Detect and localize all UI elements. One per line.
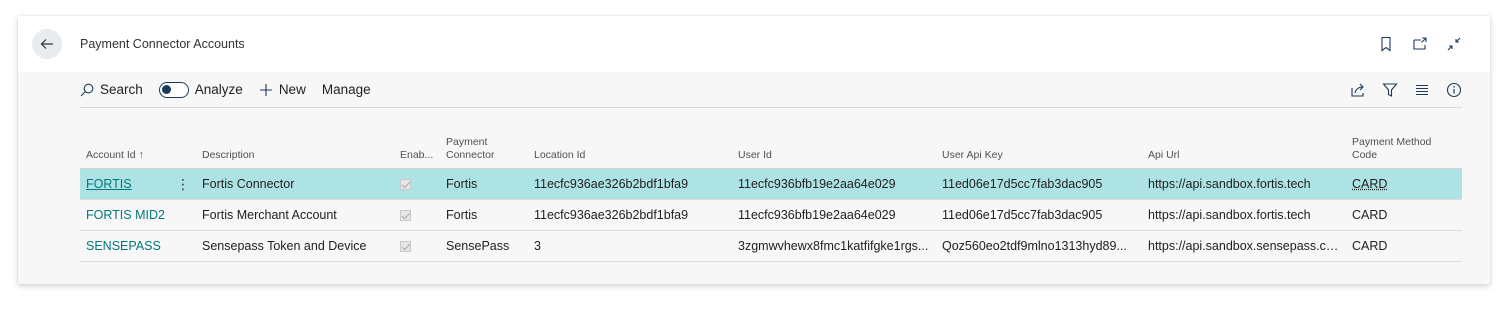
enabled-checkbox (400, 209, 411, 221)
search-button[interactable]: Search (80, 82, 143, 97)
payment-method-code-cell: CARD (1346, 199, 1462, 231)
column-header-location-id[interactable]: Location Id (528, 116, 732, 169)
bookmark-icon (1381, 36, 1391, 52)
description-cell: Fortis Merchant Account (196, 199, 394, 231)
column-header-description[interactable]: Description (196, 116, 394, 169)
user-api-key-cell: Qoz560eo2tdf9mlno1313hyd89... (936, 230, 1142, 262)
table-row[interactable]: SENSEPASS Sensepass Token and Device Sen… (80, 230, 1462, 262)
list-view-button[interactable] (1414, 82, 1430, 98)
open-in-new-window-icon (1413, 37, 1427, 50)
share-icon (1351, 83, 1364, 97)
account-id-cell[interactable]: SENSEPASS (80, 230, 196, 262)
manage-label: Manage (321, 82, 371, 97)
payment-connector-cell: Fortis (440, 168, 528, 200)
open-new-window-button[interactable] (1412, 36, 1428, 52)
account-id-link[interactable]: FORTIS MID2 (86, 208, 165, 222)
payment-method-code-cell: CARD (1346, 230, 1462, 262)
account-id-cell[interactable]: FORTIS ⋮ (80, 168, 196, 200)
payment-method-code-cell[interactable]: CARD (1346, 168, 1462, 200)
payment-connector-cell: Fortis (440, 199, 528, 231)
api-url-cell: https://api.sandbox.sensepass.co... (1142, 230, 1346, 262)
enabled-cell (394, 230, 440, 262)
plus-icon (259, 83, 272, 96)
new-label: New (278, 82, 306, 97)
page-title: Payment Connector Accounts (80, 37, 245, 51)
payment-method-code-value[interactable]: CARD (1352, 177, 1387, 191)
user-api-key-cell: 11ed06e17d5cc7fab3dac905 (936, 168, 1142, 200)
location-id-cell: 3 (528, 230, 732, 262)
list-view-icon (1416, 84, 1428, 95)
toolbar-right (1350, 82, 1462, 98)
filter-button[interactable] (1382, 82, 1398, 98)
api-url-cell: https://api.sandbox.fortis.tech (1142, 199, 1346, 231)
info-icon (1446, 82, 1462, 97)
analyze-label: Analyze (194, 82, 243, 97)
bookmark-button[interactable] (1378, 36, 1394, 52)
account-id-cell[interactable]: FORTIS MID2 (80, 199, 196, 231)
column-header-user-api-key[interactable]: User Api Key (936, 116, 1142, 169)
user-id-cell: 11ecfc936bfb19e2aa64e029 (732, 199, 936, 231)
search-label: Search (100, 82, 143, 97)
payment-connector-cell: SensePass (440, 230, 528, 262)
back-button[interactable] (32, 29, 62, 59)
title-actions (1378, 36, 1462, 52)
enabled-cell (394, 168, 440, 200)
collapse-button[interactable] (1446, 36, 1462, 52)
column-header-user-id[interactable]: User Id (732, 116, 936, 169)
column-header-payment-method-code[interactable]: Payment Method Code (1346, 116, 1462, 169)
api-url-cell: https://api.sandbox.fortis.tech (1142, 168, 1346, 200)
column-header-account-id[interactable]: Account Id ↑ (80, 116, 196, 169)
title-bar: Payment Connector Accounts (18, 16, 1490, 72)
table-row[interactable]: FORTIS MID2 Fortis Merchant Account Fort… (80, 199, 1462, 231)
account-id-link[interactable]: SENSEPASS (86, 239, 161, 253)
account-id-link[interactable]: FORTIS (86, 177, 132, 191)
table-header-row: Account Id ↑ Description Enab... Payment… (80, 116, 1462, 169)
manage-menu[interactable]: Manage (322, 82, 371, 97)
search-icon (80, 83, 94, 96)
enabled-checkbox (400, 240, 411, 252)
action-bar: Search Analyze New Manage (80, 72, 1462, 108)
arrow-left-icon (40, 39, 53, 49)
location-id-cell: 11ecfc936ae326b2bdf1bfa9 (528, 199, 732, 231)
description-cell: Fortis Connector (196, 168, 394, 200)
column-header-payment-connector[interactable]: Payment Connector (440, 116, 528, 169)
location-id-cell: 11ecfc936ae326b2bdf1bfa9 (528, 168, 732, 200)
analyze-toggle[interactable]: Analyze (158, 81, 243, 98)
column-header-api-url[interactable]: Api Url (1142, 116, 1346, 169)
enabled-checkbox (400, 178, 411, 190)
new-button[interactable]: New (259, 82, 306, 97)
analyze-switch[interactable] (158, 81, 189, 98)
content-area: Search Analyze New Manage Account Id ↑ D… (18, 72, 1490, 284)
column-header-enabled[interactable]: Enab... (394, 116, 440, 169)
user-api-key-cell: 11ed06e17d5cc7fab3dac905 (936, 199, 1142, 231)
page-card: Payment Connector Accounts Search Analyz… (18, 16, 1490, 284)
row-actions-icon[interactable]: ⋮ (176, 177, 190, 191)
collapse-icon (1447, 37, 1461, 51)
user-id-cell: 11ecfc936bfb19e2aa64e029 (732, 168, 936, 200)
user-id-cell: 3zgmwvhewx8fmc1katfifgke1rgs... (732, 230, 936, 262)
filter-icon (1382, 82, 1398, 97)
share-button[interactable] (1350, 82, 1366, 98)
description-cell: Sensepass Token and Device (196, 230, 394, 262)
table-row[interactable]: FORTIS ⋮ Fortis Connector Fortis 11ecfc9… (80, 168, 1462, 200)
info-button[interactable] (1446, 82, 1462, 98)
enabled-cell (394, 199, 440, 231)
accounts-table: Account Id ↑ Description Enab... Payment… (80, 116, 1462, 262)
